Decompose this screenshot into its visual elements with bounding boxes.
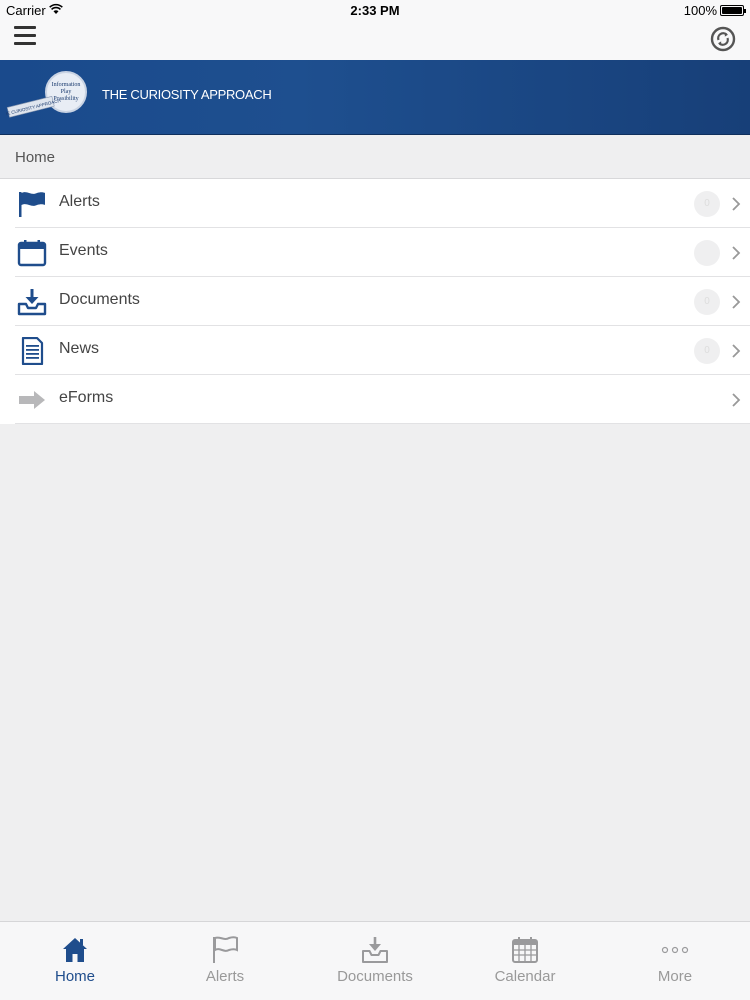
- inbox-download-icon: [362, 937, 388, 963]
- home-icon: [63, 938, 87, 962]
- status-bar: Carrier 2:33 PM 100%: [0, 0, 750, 20]
- tab-label: Alerts: [205, 968, 245, 985]
- banner-title: THE CURIOSITY APPROACH: [102, 87, 272, 102]
- calendar-grid-icon: [512, 937, 538, 963]
- list-item-events[interactable]: Events: [0, 228, 750, 277]
- list-item-label: eForms: [59, 389, 114, 406]
- tab-documents[interactable]: Documents: [300, 922, 450, 1000]
- tab-label: Calendar: [494, 968, 556, 985]
- tab-label: Home: [54, 968, 95, 985]
- list-item-alerts[interactable]: Alerts 0: [0, 179, 750, 228]
- hamburger-menu-icon[interactable]: [14, 26, 36, 48]
- list-item-eforms[interactable]: eForms: [0, 375, 750, 424]
- tab-alerts[interactable]: Alerts: [150, 922, 300, 1000]
- tab-more[interactable]: More: [600, 922, 750, 1000]
- chevron-right-icon: [732, 246, 741, 260]
- chevron-right-icon: [732, 393, 741, 407]
- list-item-label: Events: [59, 242, 108, 259]
- svg-text:Information: Information: [52, 81, 81, 88]
- school-logo: Information Play Possibility THE CURIOSI…: [6, 71, 87, 118]
- arrow-right-icon: [19, 391, 45, 409]
- chevron-right-icon: [732, 197, 741, 211]
- chevron-right-icon: [732, 344, 741, 358]
- list-item-label: News: [59, 340, 100, 357]
- list-item-label: Documents: [59, 291, 140, 308]
- count-badge: 0: [694, 338, 720, 364]
- more-dots-icon: [661, 946, 689, 954]
- breadcrumb: Home: [0, 135, 750, 179]
- top-nav: [0, 20, 750, 60]
- sync-icon[interactable]: [710, 26, 736, 52]
- tab-home[interactable]: Home: [0, 922, 150, 1000]
- tab-bar: Home Alerts Documents Calendar More: [0, 921, 750, 1000]
- count-badge: [694, 240, 720, 266]
- count-badge: 0: [694, 191, 720, 217]
- list-item-label: Alerts: [59, 193, 100, 210]
- tab-calendar[interactable]: Calendar: [450, 922, 600, 1000]
- svg-text:Play: Play: [61, 89, 72, 95]
- flag-icon: [213, 936, 238, 963]
- chevron-right-icon: [732, 295, 741, 309]
- inbox-download-icon: [17, 289, 47, 316]
- school-banner: Information Play Possibility THE CURIOSI…: [0, 60, 750, 135]
- breadcrumb-home: Home: [15, 149, 56, 166]
- battery-icon: [720, 5, 746, 16]
- flag-icon: [19, 192, 45, 217]
- list-item-news[interactable]: News 0: [0, 326, 750, 375]
- home-menu-list: Alerts 0 Events Documents 0 News 0 eForm…: [0, 179, 750, 424]
- tab-label: More: [657, 968, 693, 985]
- clock: 2:33 PM: [350, 3, 400, 18]
- document-icon: [21, 337, 44, 365]
- count-badge: 0: [694, 289, 720, 315]
- battery-percent: 100%: [683, 3, 717, 18]
- tab-label: Documents: [337, 968, 413, 985]
- list-item-documents[interactable]: Documents 0: [0, 277, 750, 326]
- calendar-icon: [17, 240, 47, 267]
